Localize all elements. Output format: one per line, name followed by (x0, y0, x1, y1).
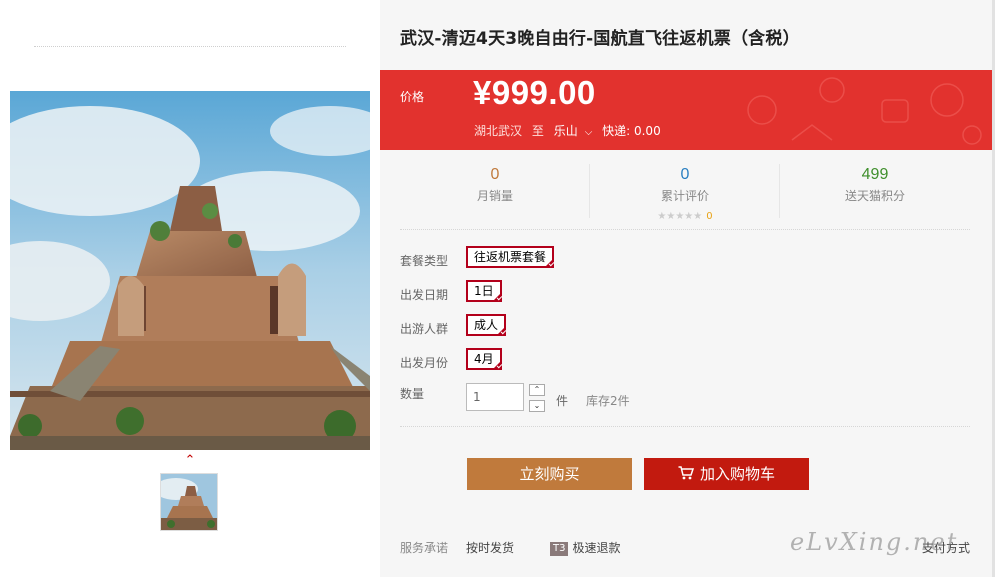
check-icon (544, 258, 555, 268)
from-location: 湖北武汉 (474, 124, 523, 138)
destination-selector[interactable]: 乐山 (554, 124, 578, 138)
add-to-cart-button[interactable]: 加入购物车 (644, 458, 809, 490)
price-panel: 价格 ¥999.00 湖北武汉 至 乐山 ⌵ 快递: 0.00 (380, 70, 992, 150)
buy-now-button[interactable]: 立刻购买 (467, 458, 632, 490)
product-main-image[interactable] (10, 91, 370, 450)
service-label: 服务承诺 (400, 541, 449, 555)
points-value: 499 (861, 166, 889, 183)
product-info-panel: 武汉-清迈4天3晚自由行-国航直飞往返机票（含税） 价格 ¥999.00 湖北武… (380, 0, 995, 577)
watermark: eLvXing.net (790, 528, 959, 556)
stats-bar: 0 月销量 0 累计评价 ★★★★★ 0 499 送天猫积分 (400, 160, 970, 222)
reviews-label: 累计评价 (660, 189, 709, 203)
package-option-text: 往返机票套餐 (474, 250, 547, 264)
package-option-selected[interactable]: 往返机票套餐 (466, 246, 555, 268)
divider (400, 426, 970, 427)
service-fast-refund[interactable]: T3 极速退款 (550, 539, 621, 556)
monthly-sales-stat: 0 月销量 (400, 160, 590, 220)
add-to-cart-label: 加入购物车 (699, 465, 775, 483)
thumbnail-image[interactable] (160, 473, 218, 531)
quantity-label: 数量 (400, 387, 425, 401)
t3-badge-icon: T3 (550, 542, 569, 556)
decor-pattern (747, 77, 982, 145)
departure-month-label: 出发月份 (400, 356, 449, 370)
chevron-down-icon[interactable]: ⌵ (585, 127, 593, 138)
travel-crowd-text: 成人 (474, 318, 499, 332)
to-word: 至 (531, 124, 544, 138)
shopping-cart-icon (678, 466, 694, 480)
chevron-up-icon[interactable]: ⌃ (183, 454, 197, 467)
stock-count: 库存2件 (586, 394, 630, 408)
quantity-increase-button[interactable]: ⌃ (529, 384, 545, 396)
travel-crowd-label: 出游人群 (400, 322, 449, 336)
divider (400, 229, 970, 230)
departure-date-option-selected[interactable]: 1日 (466, 280, 502, 302)
price-label: 价格 (400, 90, 425, 104)
check-icon (491, 360, 502, 370)
star-rating-icon: ★★★★★ 0 (657, 211, 713, 222)
shipping-route: 湖北武汉 至 乐山 ⌵ 快递: 0.00 (474, 122, 667, 139)
quantity-input[interactable]: 1 (466, 383, 524, 411)
package-type-label: 套餐类型 (400, 254, 449, 268)
quantity-decrease-button[interactable]: ⌄ (529, 400, 545, 412)
check-icon (491, 292, 502, 302)
price-value: ¥999.00 (473, 74, 596, 111)
travel-crowd-option-selected[interactable]: 成人 (466, 314, 507, 336)
quantity-unit: 件 (556, 394, 569, 408)
express-fee: 快递: 0.00 (602, 124, 661, 138)
monthly-sales-label: 月销量 (476, 189, 513, 203)
divider (34, 46, 346, 47)
check-icon (496, 326, 507, 336)
reviews-value: 0 (680, 166, 690, 183)
departure-date-label: 出发日期 (400, 288, 449, 302)
service-ontime-shipping[interactable]: 按时发货 (466, 539, 514, 556)
points-stat: 499 送天猫积分 (780, 160, 970, 220)
points-label: 送天猫积分 (844, 189, 905, 203)
gallery-panel: ⌃ (0, 0, 380, 577)
monthly-sales-value: 0 (490, 166, 500, 183)
departure-month-option-selected[interactable]: 4月 (466, 348, 502, 370)
product-title: 武汉-清迈4天3晚自由行-国航直飞往返机票（含税） (400, 29, 800, 49)
reviews-stat[interactable]: 0 累计评价 ★★★★★ 0 (590, 160, 780, 222)
star-count: 0 (706, 211, 713, 222)
